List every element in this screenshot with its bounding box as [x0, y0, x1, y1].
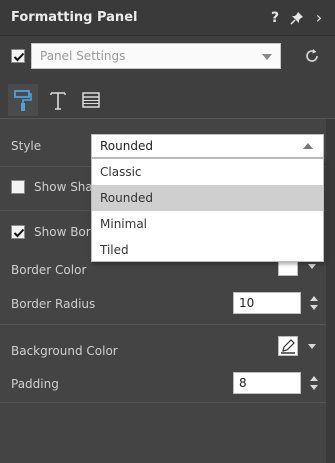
- background-color-picker[interactable]: [275, 334, 325, 358]
- increment-icon[interactable]: [310, 296, 318, 301]
- pin-icon[interactable]: [288, 8, 306, 28]
- chevron-down-icon: [308, 264, 316, 269]
- increment-icon[interactable]: [310, 376, 318, 381]
- chevron-right-icon[interactable]: ›: [310, 8, 328, 28]
- panel-settings-checkbox[interactable]: [11, 49, 25, 63]
- paint-roller-icon: [14, 90, 32, 111]
- chevron-down-icon: [262, 54, 272, 60]
- style-option-minimal[interactable]: Minimal: [92, 211, 323, 237]
- checkmark-icon: [13, 228, 25, 238]
- panel-title: Formatting Panel: [11, 10, 138, 25]
- text-icon: [50, 92, 66, 110]
- style-option-tiled[interactable]: Tiled: [92, 237, 323, 263]
- style-select-value: Rounded: [100, 139, 153, 153]
- divider: [0, 402, 326, 403]
- tab-bar: [0, 84, 335, 118]
- decrement-icon[interactable]: [310, 305, 318, 310]
- panel-settings-select[interactable]: Panel Settings: [31, 43, 281, 69]
- checkmark-icon: [13, 52, 25, 62]
- border-color-label: Border Color: [11, 263, 87, 277]
- show-border-label: Show Bord: [34, 225, 99, 239]
- pen-icon: [281, 339, 295, 354]
- style-option-rounded[interactable]: Rounded: [92, 185, 323, 211]
- tab-table[interactable]: [76, 84, 106, 116]
- panel-settings-select-value: Panel Settings: [40, 49, 126, 63]
- tab-paint[interactable]: [8, 84, 38, 116]
- show-shadow-label: Show Shac: [34, 180, 100, 194]
- padding-input[interactable]: 8: [233, 372, 301, 394]
- background-color-label: Background Color: [11, 344, 118, 358]
- divider: [0, 324, 326, 325]
- decrement-icon[interactable]: [310, 385, 318, 390]
- help-icon[interactable]: ?: [266, 8, 284, 28]
- show-border-checkbox[interactable]: [11, 225, 25, 239]
- panel-header: Formatting Panel ? ›: [0, 0, 335, 36]
- background-color-swatch: [278, 336, 298, 356]
- table-icon: [82, 92, 100, 108]
- style-option-classic[interactable]: Classic: [92, 159, 323, 185]
- show-shadow-checkbox[interactable]: [11, 180, 25, 194]
- style-select[interactable]: Rounded: [91, 134, 324, 158]
- reset-icon[interactable]: [303, 47, 321, 65]
- chevron-down-icon: [308, 344, 316, 349]
- tab-text[interactable]: [43, 84, 73, 116]
- scrollbar[interactable]: [326, 119, 335, 463]
- style-dropdown-menu: Classic Rounded Minimal Tiled: [91, 158, 324, 262]
- padding-stepper[interactable]: [307, 372, 321, 394]
- border-radius-stepper[interactable]: [307, 292, 321, 314]
- border-radius-label: Border Radius: [11, 297, 96, 311]
- padding-label: Padding: [11, 377, 59, 391]
- border-radius-input[interactable]: 10: [233, 292, 301, 314]
- chevron-up-icon: [303, 143, 313, 149]
- style-label: Style: [11, 139, 42, 153]
